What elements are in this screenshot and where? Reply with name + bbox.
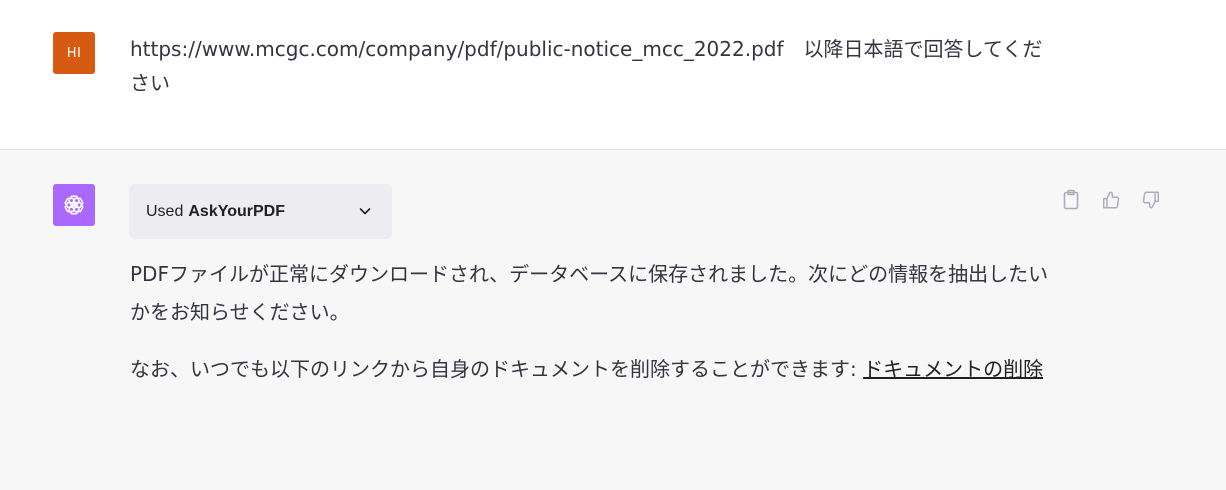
plugin-used-prefix: Used bbox=[146, 202, 184, 220]
assistant-paragraph-1: PDFファイルが正常にダウンロードされ、データベースに保存されました。次にどの情… bbox=[130, 262, 1049, 324]
user-message-text: https://www.mcgc.com/company/pdf/public-… bbox=[130, 37, 1043, 95]
copy-button[interactable] bbox=[1060, 188, 1082, 212]
openai-logo-icon bbox=[64, 195, 84, 215]
clipboard-icon bbox=[1063, 189, 1079, 210]
thumbs-down-icon bbox=[1142, 191, 1159, 209]
assistant-paragraph-2: なお、いつでも以下のリンクから自身のドキュメントを削除することができます: ドキ… bbox=[130, 350, 1050, 388]
user-avatar-initials: HI bbox=[66, 45, 82, 61]
message-actions bbox=[1060, 188, 1162, 212]
delete-document-link[interactable]: ドキュメントの削除 bbox=[863, 357, 1043, 381]
assistant-paragraph-2-text: なお、いつでも以下のリンクから自身のドキュメントを削除することができます: bbox=[130, 357, 864, 381]
thumbs-up-button[interactable] bbox=[1100, 188, 1122, 212]
assistant-message-text: PDFファイルが正常にダウンロードされ、データベースに保存されました。次にどの情… bbox=[130, 255, 1050, 407]
thumbs-up-icon bbox=[1103, 191, 1120, 209]
chevron-down-icon[interactable] bbox=[357, 203, 373, 219]
assistant-message-row: Used AskYourPDF PDFファイルが正常にダウンロードされ、データベ… bbox=[0, 150, 1226, 490]
plugin-name: AskYourPDF bbox=[188, 202, 285, 220]
thumbs-down-button[interactable] bbox=[1140, 188, 1162, 212]
assistant-avatar bbox=[53, 184, 95, 226]
plugin-used-toggle[interactable]: Used AskYourPDF bbox=[129, 184, 392, 239]
user-avatar: HI bbox=[53, 32, 95, 74]
user-message-row: HI https://www.mcgc.com/company/pdf/publ… bbox=[0, 0, 1226, 150]
